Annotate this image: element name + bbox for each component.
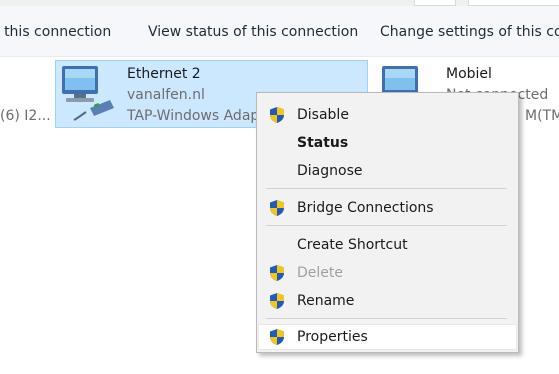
menu-item-label: Create Shortcut (297, 237, 408, 253)
menu-item-delete: Delete (258, 260, 517, 286)
uac-shield-icon (270, 293, 284, 309)
mobiel-device: M(TM (525, 108, 559, 124)
uac-shield-icon (270, 200, 284, 216)
menu-item-label: Bridge Connections (297, 200, 434, 216)
ethernet-2-network: vanalfen.nl (127, 87, 205, 103)
menu-separator (266, 188, 507, 189)
menu-item-label: Status (297, 135, 349, 151)
menu-item-create-shortcut[interactable]: Create Shortcut (258, 232, 517, 258)
uac-shield-icon (270, 107, 284, 123)
change-settings-command[interactable]: Change settings of this con (380, 24, 559, 40)
menu-item-diagnose[interactable]: Diagnose (258, 158, 517, 184)
uac-shield-icon (270, 329, 284, 345)
context-menu: Disable Status Diagnose Bridge Connectio… (256, 92, 519, 353)
menu-separator (266, 318, 507, 319)
menu-item-label: Properties (297, 329, 368, 345)
connection-item-partial[interactable]: (6) I2... (0, 108, 51, 124)
mobiel-name[interactable]: Mobiel (446, 66, 492, 82)
ethernet-2-device: TAP-Windows Adap (127, 108, 260, 124)
menu-item-properties[interactable]: Properties (258, 324, 517, 350)
uac-shield-icon (270, 265, 284, 281)
menu-item-disable[interactable]: Disable (258, 102, 517, 128)
view-status-command[interactable]: View status of this connection (148, 24, 358, 40)
menu-item-label: Rename (297, 293, 355, 309)
disable-connection-command[interactable]: e this connection (0, 24, 111, 40)
ethernet-2-name: Ethernet 2 (127, 66, 201, 82)
menu-item-label: Disable (297, 107, 349, 123)
menu-item-label: Delete (297, 265, 343, 281)
menu-separator (266, 225, 507, 226)
command-bar: e this connection View status of this co… (0, 6, 559, 57)
menu-item-label: Diagnose (297, 163, 363, 179)
network-adapter-icon (62, 66, 114, 121)
menu-item-rename[interactable]: Rename (258, 288, 517, 314)
menu-item-bridge-connections[interactable]: Bridge Connections (258, 195, 517, 221)
menu-item-status[interactable]: Status (258, 130, 517, 156)
